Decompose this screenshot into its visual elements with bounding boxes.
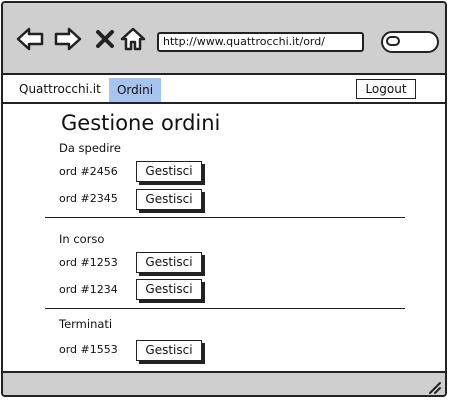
section-divider: [45, 308, 405, 309]
manage-order-button[interactable]: Gestisci: [136, 161, 202, 182]
manage-order-button[interactable]: Gestisci: [136, 279, 202, 300]
order-id: ord #2345: [59, 192, 118, 205]
order-id: ord #2456: [59, 165, 118, 178]
logout-button[interactable]: Logout: [356, 79, 416, 99]
order-id: ord #1253: [59, 256, 118, 269]
back-arrow-icon[interactable]: [16, 25, 44, 53]
manage-order-button[interactable]: Gestisci: [136, 252, 202, 273]
page-title: Gestione ordini: [61, 111, 221, 135]
browser-status-bar: [3, 371, 445, 395]
search-icon: [386, 36, 400, 46]
order-id: ord #1234: [59, 283, 118, 296]
site-navigation: Quattrocchi.it Ordini Logout: [3, 78, 445, 104]
tab-orders[interactable]: Ordini: [109, 78, 161, 102]
browser-toolbar: http://www.quattrocchi.it/ord/: [3, 3, 445, 75]
close-icon[interactable]: [91, 25, 119, 53]
section-label-to-ship: Da spedire: [59, 141, 121, 155]
resize-grip-icon[interactable]: [427, 379, 441, 394]
site-brand-link[interactable]: Quattrocchi.it: [19, 82, 101, 96]
browser-window: http://www.quattrocchi.it/ord/ Quattrocc…: [1, 1, 447, 397]
search-field[interactable]: [381, 31, 439, 53]
order-id: ord #1553: [59, 343, 118, 356]
section-divider: [45, 217, 405, 218]
manage-order-button[interactable]: Gestisci: [136, 189, 202, 210]
section-label-in-progress: In corso: [59, 232, 105, 246]
manage-order-button[interactable]: Gestisci: [136, 340, 202, 361]
forward-arrow-icon[interactable]: [54, 25, 82, 53]
home-icon[interactable]: [119, 25, 147, 53]
url-input[interactable]: http://www.quattrocchi.it/ord/: [157, 32, 364, 52]
section-label-completed: Terminati: [59, 317, 113, 331]
